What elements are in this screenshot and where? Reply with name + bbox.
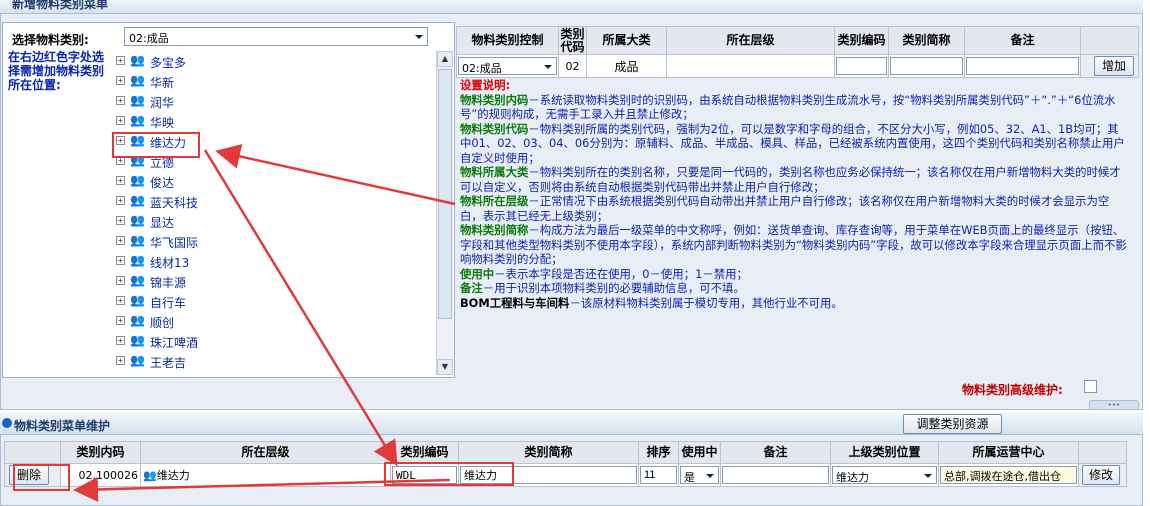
annotation-arrow-to-tree xyxy=(215,144,456,206)
annotation-arrow-to-code xyxy=(203,149,398,467)
annotation-arrows xyxy=(73,144,456,502)
annotation-arrow-to-delete xyxy=(73,476,451,502)
